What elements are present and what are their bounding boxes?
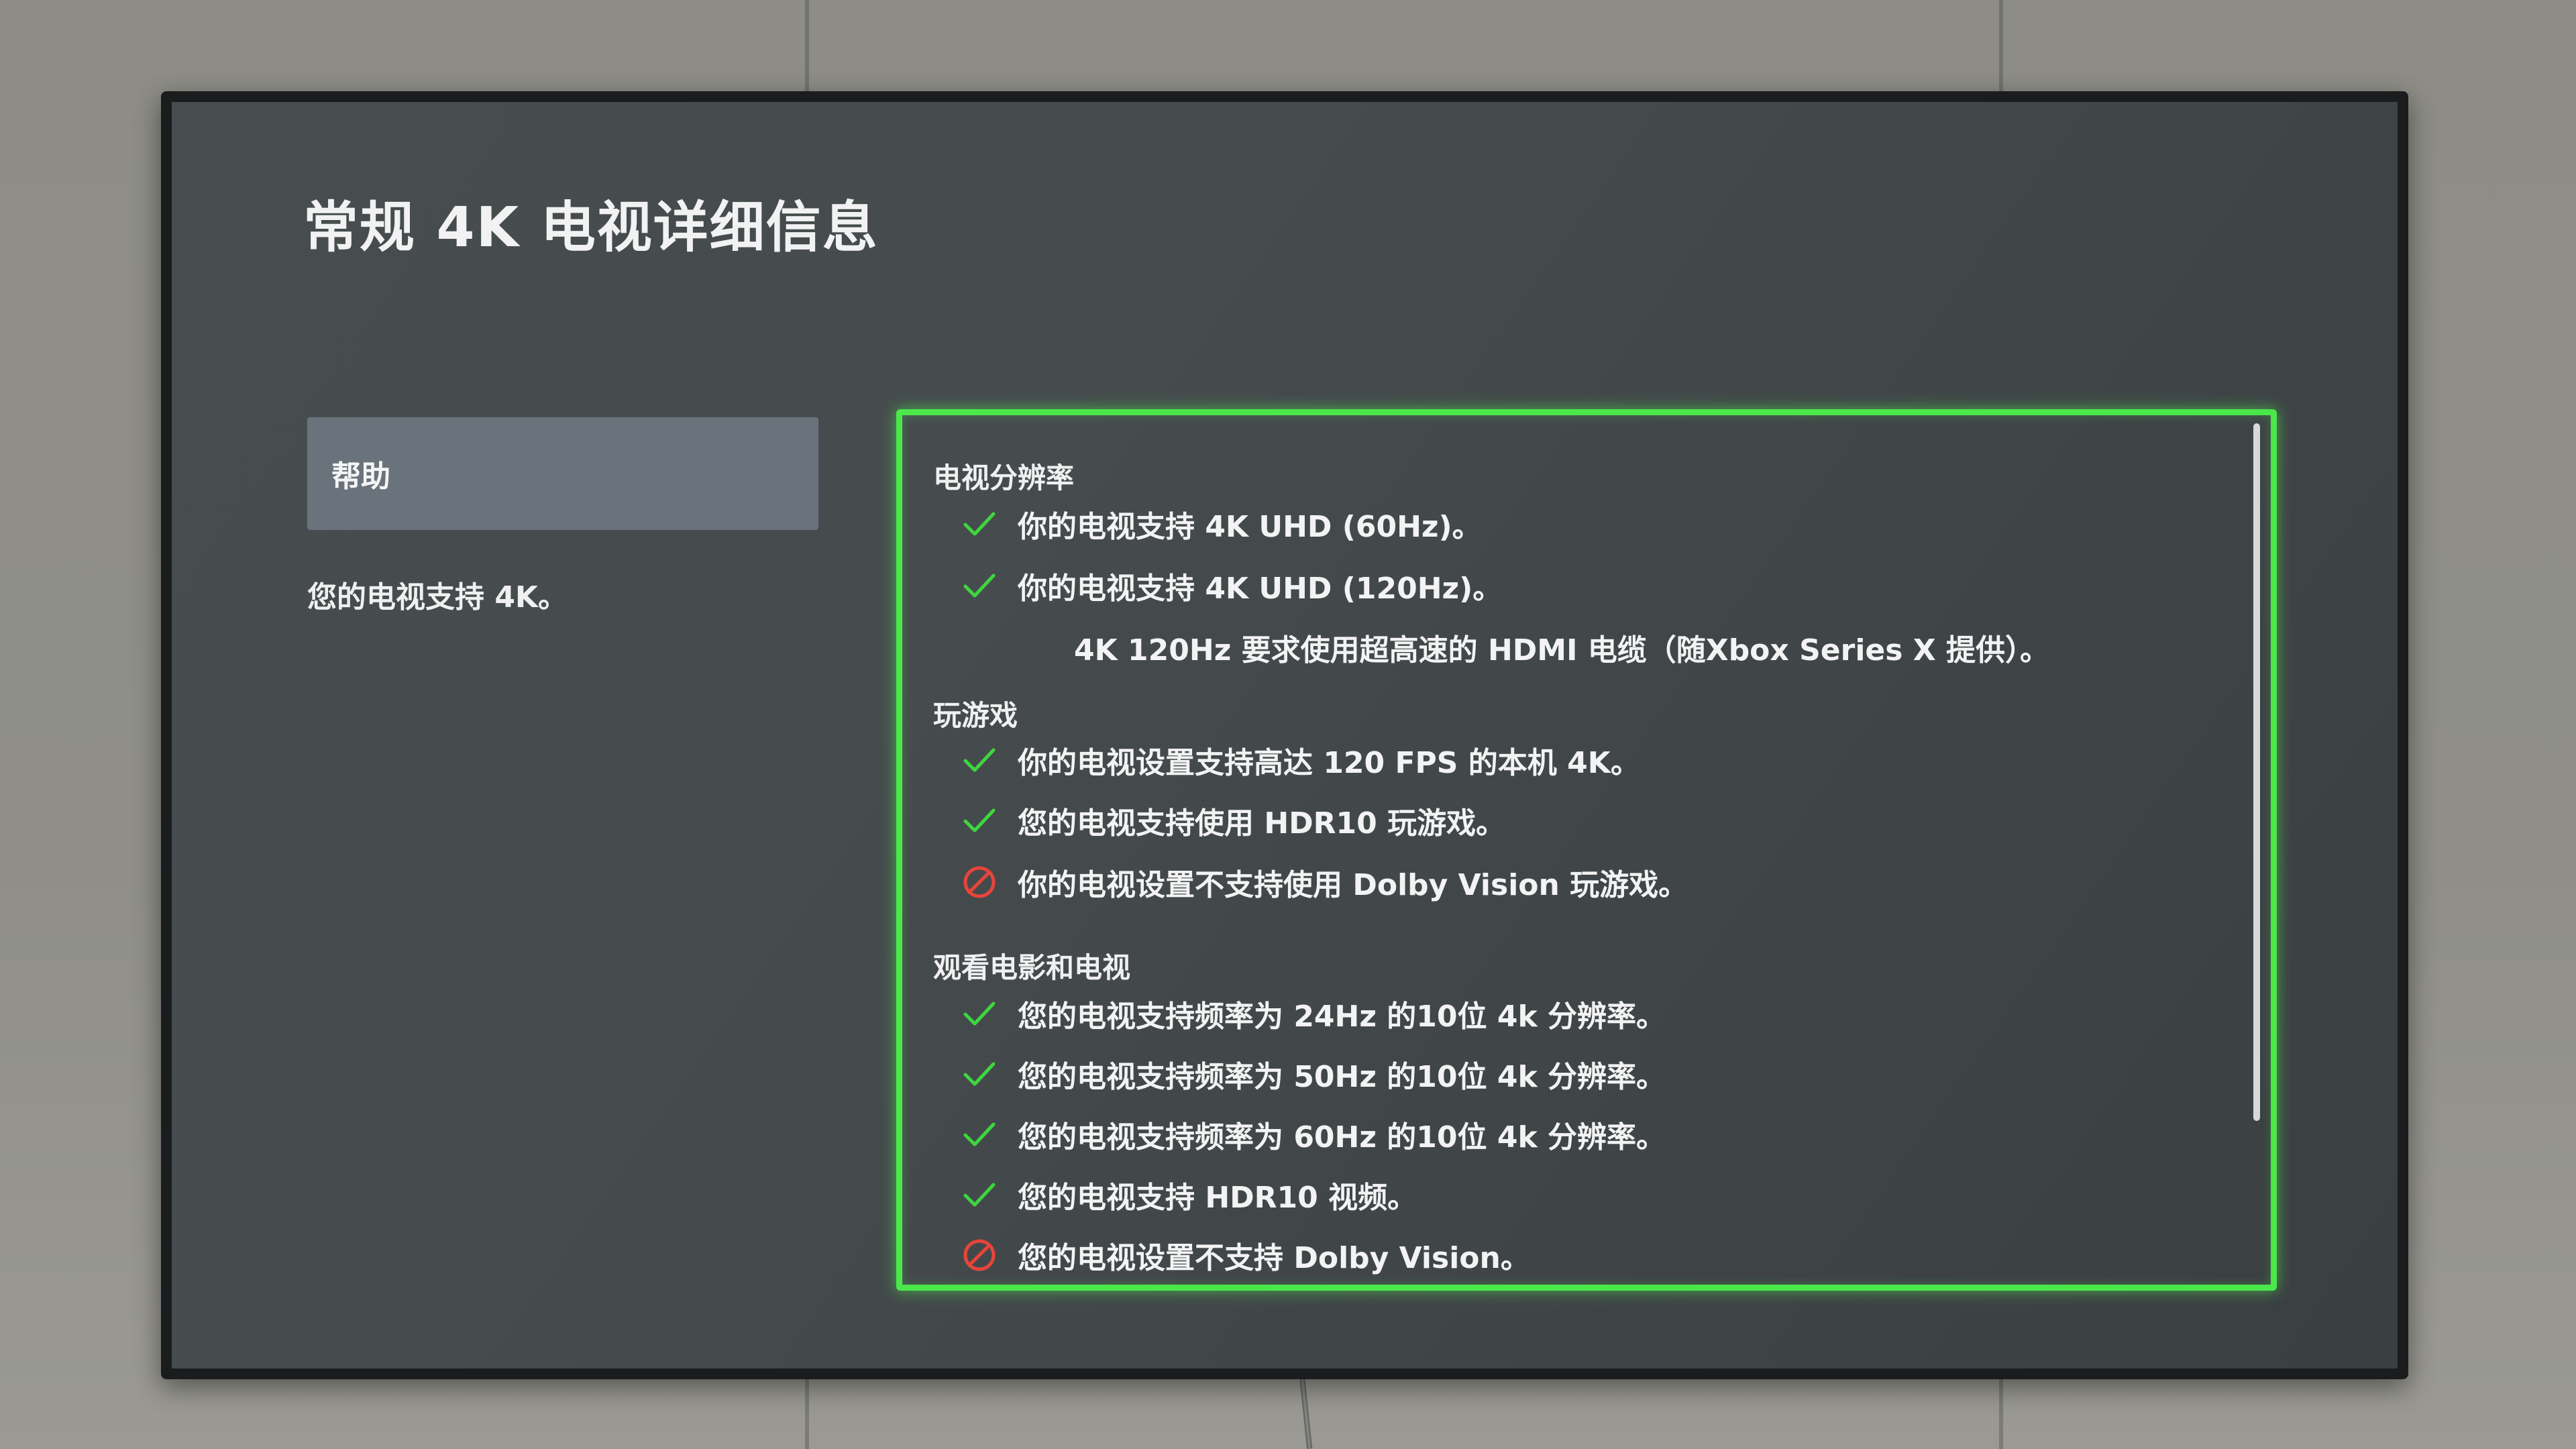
- help-button-label: 帮助: [331, 460, 390, 494]
- detail-row-4k-120fps: 你的电视设置支持高达 120 FPS 的本机 4K。: [960, 739, 1640, 782]
- tv-bezel: 常规 4K 电视详细信息 帮助 您的电视支持 4K。 电视分辨率 你的电视支持 …: [161, 91, 2408, 1379]
- detail-row-dolby-vision-video: 您的电视设置不支持 Dolby Vision。: [960, 1234, 1530, 1277]
- check-icon: [963, 512, 996, 536]
- check-icon: [963, 574, 996, 598]
- detail-text: 你的电视设置支持高达 120 FPS 的本机 4K。: [1018, 746, 1640, 780]
- detail-text: 你的电视设置不支持使用 Dolby Vision 玩游戏。: [1018, 868, 1688, 902]
- hdmi-cable-note: 4K 120Hz 要求使用超高速的 HDMI 电缆（随Xbox Series X…: [1074, 633, 2050, 667]
- detail-text: 您的电视支持 HDR10 视频。: [1018, 1181, 1417, 1215]
- scrollbar[interactable]: [2253, 423, 2260, 1121]
- page-title: 常规 4K 电视详细信息: [303, 196, 879, 260]
- check-icon: [963, 1122, 996, 1146]
- details-panel[interactable]: 电视分辨率 你的电视支持 4K UHD (60Hz)。 你的电视支持 4K UH…: [896, 409, 2277, 1291]
- detail-text: 您的电视支持频率为 24Hz 的10位 4k 分辨率。: [1018, 1000, 1666, 1034]
- detail-row-50hz-10bit: 您的电视支持频率为 50Hz 的10位 4k 分辨率。: [960, 1053, 1666, 1095]
- detail-text: 您的电视支持使用 HDR10 玩游戏。: [1018, 806, 1506, 841]
- check-icon: [963, 748, 996, 772]
- power-cable: [1298, 1368, 1313, 1449]
- section-heading-tv-resolution: 电视分辨率: [933, 462, 1075, 494]
- detail-text: 您的电视支持频率为 50Hz 的10位 4k 分辨率。: [1018, 1060, 1666, 1094]
- detail-text: 你的电视支持 4K UHD (60Hz)。: [1018, 510, 1482, 544]
- detail-text: 您的电视设置不支持 Dolby Vision。: [1018, 1241, 1530, 1275]
- detail-row-dolby-vision-gaming: 你的电视设置不支持使用 Dolby Vision 玩游戏。: [960, 861, 1688, 904]
- detail-row-4k-60hz: 你的电视支持 4K UHD (60Hz)。: [960, 502, 1482, 545]
- detail-text: 您的电视支持频率为 60Hz 的10位 4k 分辨率。: [1018, 1120, 1666, 1155]
- detail-row-hdr10-gaming: 您的电视支持使用 HDR10 玩游戏。: [960, 799, 1505, 842]
- detail-row-24hz-10bit: 您的电视支持频率为 24Hz 的10位 4k 分辨率。: [960, 992, 1666, 1035]
- detail-row-4k-120hz: 你的电视支持 4K UHD (120Hz)。: [960, 564, 1502, 607]
- check-icon: [963, 1002, 996, 1026]
- tv-support-summary: 您的电视支持 4K。: [307, 580, 568, 614]
- detail-row-60hz-10bit: 您的电视支持频率为 60Hz 的10位 4k 分辨率。: [960, 1113, 1666, 1156]
- check-icon: [963, 808, 996, 833]
- help-button[interactable]: 帮助: [307, 417, 818, 530]
- check-icon: [963, 1183, 996, 1207]
- section-heading-movies-tv: 观看电影和电视: [933, 951, 1131, 984]
- check-icon: [963, 1062, 996, 1086]
- section-heading-gaming: 玩游戏: [933, 699, 1018, 732]
- tv-screen: 常规 4K 电视详细信息 帮助 您的电视支持 4K。 电视分辨率 你的电视支持 …: [172, 102, 2398, 1368]
- blocked-icon: [963, 1239, 996, 1271]
- detail-text: 你的电视支持 4K UHD (120Hz)。: [1018, 572, 1503, 606]
- detail-row-hdr10-video: 您的电视支持 HDR10 视频。: [960, 1173, 1417, 1216]
- blocked-icon: [963, 866, 996, 898]
